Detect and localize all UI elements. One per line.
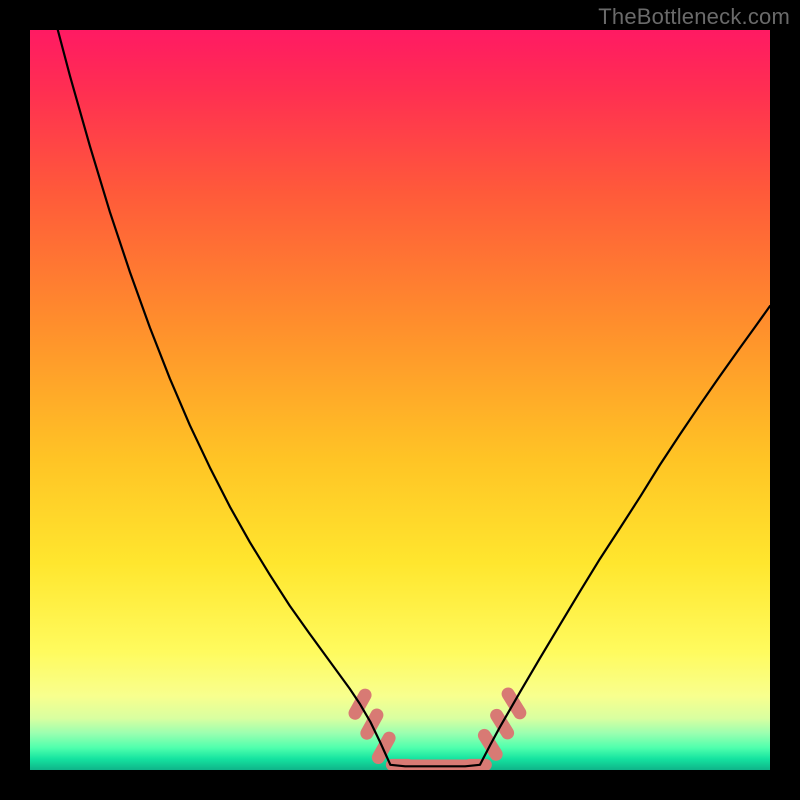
watermark-text: TheBottleneck.com <box>598 4 790 30</box>
chart-svg <box>30 30 770 770</box>
bottleneck-curve <box>30 30 770 766</box>
curve-beads-sides <box>355 694 520 758</box>
chart-plot-area <box>30 30 770 770</box>
chart-frame: TheBottleneck.com <box>0 0 800 800</box>
